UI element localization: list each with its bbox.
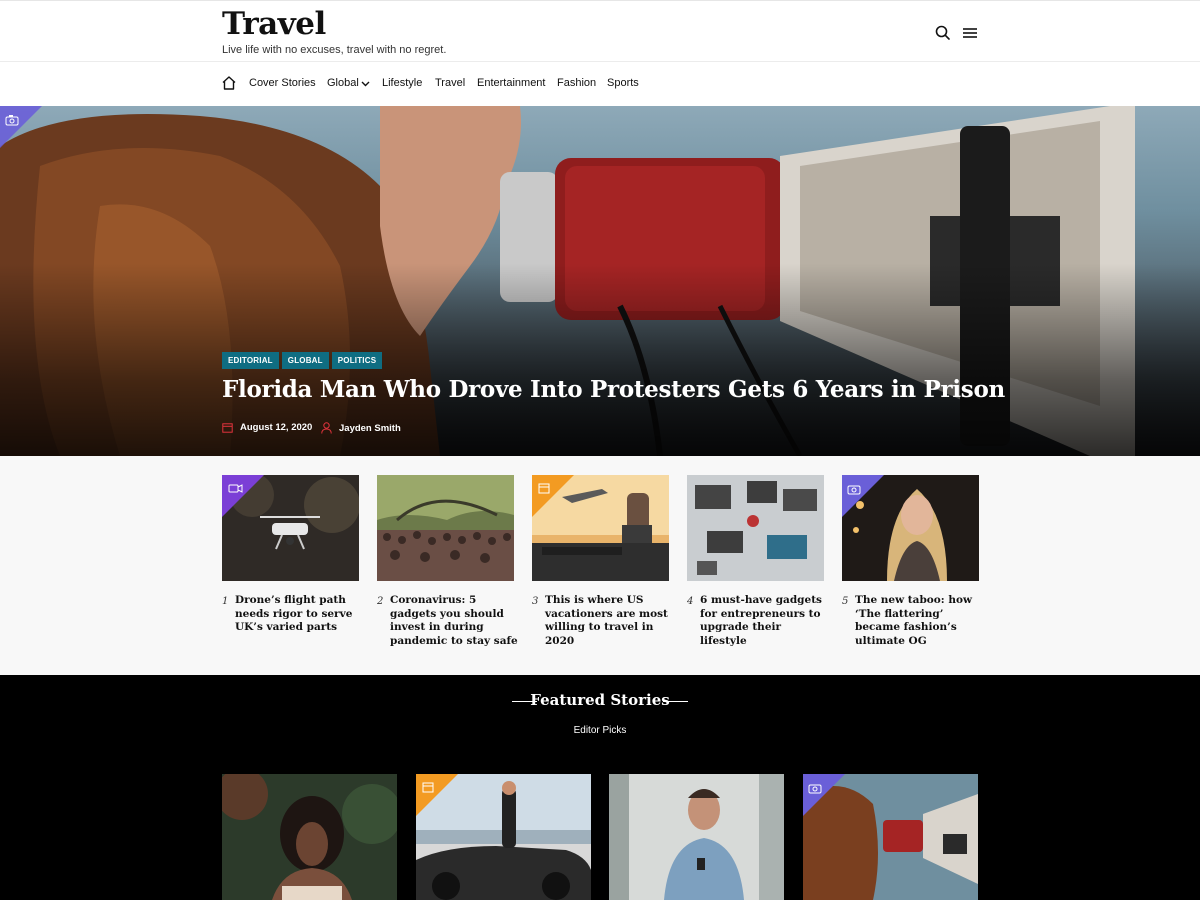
post-number: 2 bbox=[377, 596, 384, 607]
site-title[interactable]: Travel bbox=[222, 6, 326, 42]
post-title[interactable]: Coronavirus: 5 gadgets you should invest… bbox=[390, 594, 519, 648]
site-header: Travel Live life with no excuses, travel… bbox=[0, 0, 1200, 62]
post-number: 5 bbox=[842, 596, 849, 607]
user-icon bbox=[321, 422, 332, 434]
hero-categories: EDITORIAL GLOBAL POLITICS bbox=[222, 352, 383, 369]
post-thumbnail-airport[interactable] bbox=[532, 475, 669, 581]
hamburger-menu-icon[interactable] bbox=[961, 24, 979, 42]
category-badge-politics[interactable]: POLITICS bbox=[331, 352, 383, 369]
hero-format-badge bbox=[0, 106, 42, 148]
nav-item-sports[interactable]: Sports bbox=[607, 77, 639, 89]
category-badge-global[interactable]: GLOBAL bbox=[281, 352, 329, 369]
site-tagline: Live life with no excuses, travel with n… bbox=[222, 44, 447, 56]
list-item: 3 This is where US vacationers are most … bbox=[532, 475, 669, 647]
list-item: 5 The new taboo: how ‘The flattering’ be… bbox=[842, 475, 979, 647]
list-item: 4 6 must-have gadgets for entrepreneurs … bbox=[687, 475, 824, 647]
main-nav: Cover Stories Global Lifestyle Travel En… bbox=[0, 62, 1200, 106]
post-thumbnail-crowd[interactable] bbox=[377, 475, 514, 581]
section-subheading: Editor Picks bbox=[573, 725, 627, 736]
featured-card-thumbnail[interactable] bbox=[609, 774, 784, 900]
trending-posts: 1 Drone’s flight path needs rigor to ser… bbox=[0, 456, 1200, 675]
list-item: 2 Coronavirus: 5 gadgets you should inve… bbox=[377, 475, 518, 647]
post-number: 4 bbox=[687, 596, 694, 607]
hero-overlay bbox=[0, 106, 1200, 456]
hero-author[interactable]: Jayden Smith bbox=[321, 422, 401, 434]
calendar-icon bbox=[222, 423, 233, 433]
nav-item-fashion[interactable]: Fashion bbox=[557, 77, 596, 89]
heading-divider-right bbox=[663, 701, 688, 702]
featured-card-thumbnail[interactable] bbox=[416, 774, 591, 900]
post-thumbnail-desk[interactable] bbox=[687, 475, 824, 581]
post-title[interactable]: 6 must-have gadgets for entrepreneurs to… bbox=[700, 594, 829, 648]
post-title[interactable]: The new taboo: how ‘The flattering’ beca… bbox=[855, 594, 984, 648]
post-number: 1 bbox=[222, 596, 229, 607]
featured-card-thumbnail[interactable] bbox=[803, 774, 978, 900]
post-title[interactable]: Drone’s flight path needs rigor to serve… bbox=[235, 594, 364, 635]
nav-item-cover-stories[interactable]: Cover Stories bbox=[249, 77, 316, 89]
post-thumbnail-portrait[interactable] bbox=[842, 475, 979, 581]
nav-item-travel[interactable]: Travel bbox=[435, 77, 465, 89]
hero-featured-post[interactable]: EDITORIAL GLOBAL POLITICS Florida Man Wh… bbox=[0, 106, 1200, 456]
chevron-down-icon[interactable] bbox=[361, 81, 370, 87]
search-icon[interactable] bbox=[934, 24, 952, 42]
hero-author-name[interactable]: Jayden Smith bbox=[339, 423, 401, 434]
nav-item-global[interactable]: Global bbox=[327, 77, 359, 89]
list-item: 1 Drone’s flight path needs rigor to ser… bbox=[222, 473, 360, 633]
post-number: 3 bbox=[532, 596, 539, 607]
nav-item-lifestyle[interactable]: Lifestyle bbox=[382, 77, 422, 89]
post-thumbnail-drone[interactable] bbox=[222, 473, 360, 581]
home-icon[interactable] bbox=[221, 75, 237, 91]
hero-title[interactable]: Florida Man Who Drove Into Protesters Ge… bbox=[222, 376, 1005, 403]
nav-item-entertainment[interactable]: Entertainment bbox=[477, 77, 545, 89]
hero-date-text: August 12, 2020 bbox=[240, 422, 313, 433]
hero-date: August 12, 2020 bbox=[222, 422, 312, 433]
section-heading: Featured Stories bbox=[530, 691, 670, 709]
category-badge-editorial[interactable]: EDITORIAL bbox=[222, 352, 279, 369]
featured-card-thumbnail[interactable] bbox=[222, 774, 397, 900]
post-title[interactable]: This is where US vacationers are most wi… bbox=[545, 594, 674, 648]
featured-stories-section: Featured Stories Editor Picks bbox=[0, 675, 1200, 900]
